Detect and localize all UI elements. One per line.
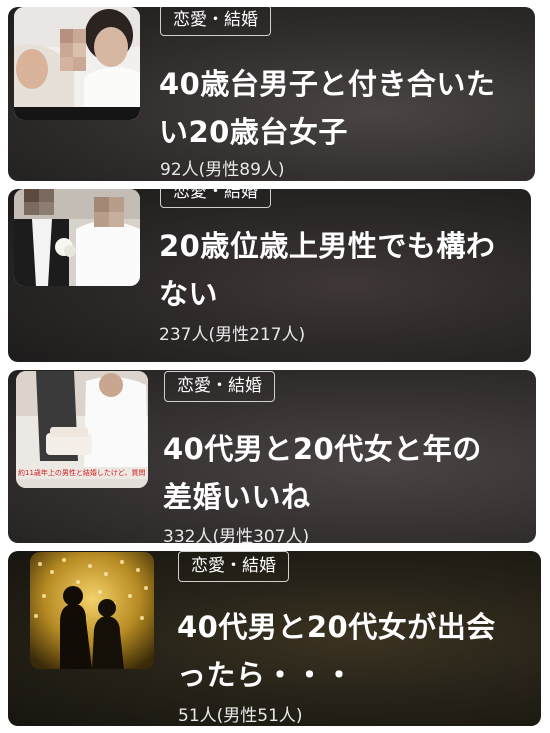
category-tag[interactable]: 恋愛・結婚 — [160, 189, 271, 208]
member-count: 332人(男性307人) — [163, 527, 310, 543]
community-title: 20歳位歳上男性でも構わない — [159, 229, 496, 311]
community-card[interactable]: 恋愛・結婚 20歳位歳上男性でも構わない 237人(男性217人) — [8, 189, 531, 362]
member-count: 51人(男性51人) — [178, 706, 303, 726]
thumbnail-image — [30, 552, 154, 669]
community-title: 40歳台男子と付き合いたい20歳台女子 — [159, 67, 496, 149]
category-tag[interactable]: 恋愛・結婚 — [160, 7, 271, 36]
thumbnail-caption: 約11歳年上の男性と結婚したけど、質問 — [18, 468, 146, 477]
category-tag[interactable]: 恋愛・結婚 — [164, 371, 275, 402]
community-card[interactable]: 恋愛・結婚 40歳台男子と付き合いたい20歳台女子 92人(男性89人) — [8, 7, 535, 181]
thumbnail-image: 約11歳年上の男性と結婚したけど、質問 — [16, 371, 148, 488]
community-title: 40代男と20代女が出会ったら・・・ — [177, 610, 496, 692]
community-list: 恋愛・結婚 40歳台男子と付き合いたい20歳台女子 92人(男性89人) 恋愛・… — [0, 0, 550, 733]
member-count: 92人(男性89人) — [160, 160, 285, 180]
community-title: 40代男と20代女と年の差婚いいね — [163, 432, 482, 514]
thumbnail-image — [14, 189, 140, 286]
thumbnail-image — [14, 7, 140, 120]
member-count: 237人(男性217人) — [159, 325, 306, 345]
community-card[interactable]: 約11歳年上の男性と結婚したけど、質問 恋愛・結婚 40代男と20代女と年の差婚… — [8, 370, 536, 543]
category-tag[interactable]: 恋愛・結婚 — [178, 551, 289, 582]
community-card[interactable]: 恋愛・結婚 40代男と20代女が出会ったら・・・ 51人(男性51人) — [8, 551, 541, 726]
